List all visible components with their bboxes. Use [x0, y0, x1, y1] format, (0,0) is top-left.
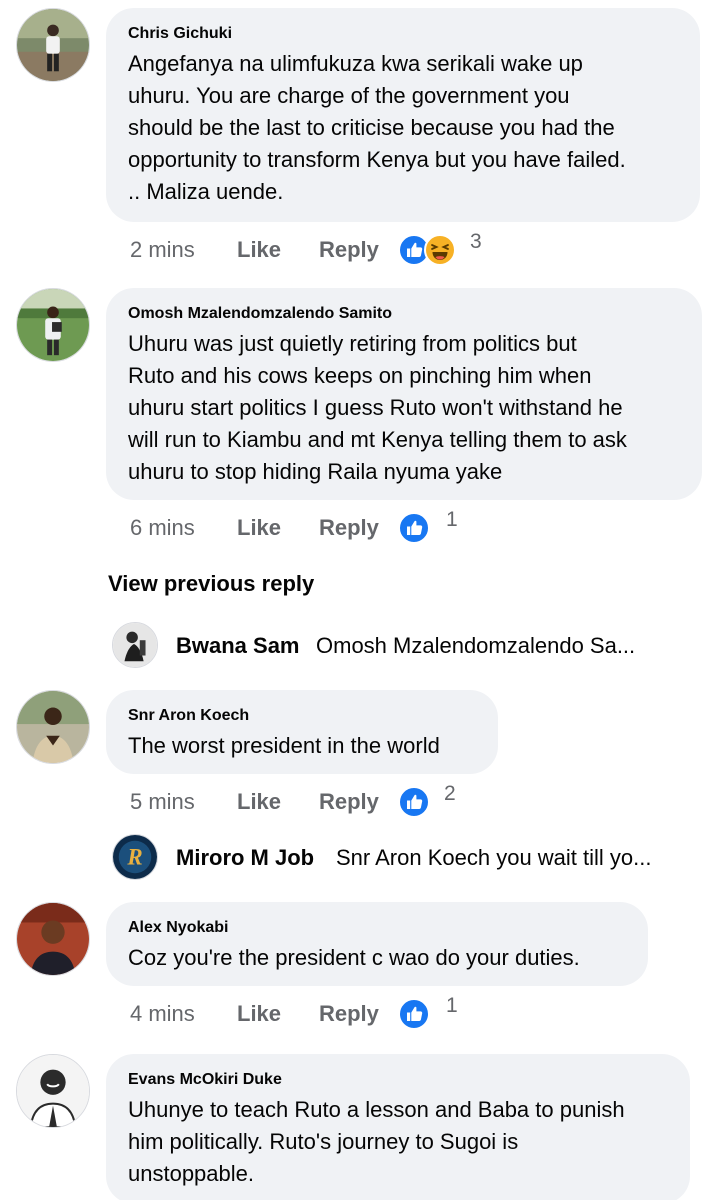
comment-actions: 5 mins Like Reply 2 — [130, 782, 490, 820]
profile-photo-icon: R — [113, 835, 157, 879]
comment-text: Uhunye to teach Ruto a lesson and Baba t… — [128, 1094, 668, 1190]
reply-author[interactable]: Bwana Sam — [176, 630, 300, 662]
like-button[interactable]: Like — [237, 510, 281, 546]
comment-line: Ruto and his cows keeps on pinching him … — [128, 363, 592, 388]
reaction-count[interactable]: 3 — [470, 224, 482, 260]
comment-text: Uhuru was just quietly retiring from pol… — [128, 328, 680, 488]
like-button[interactable]: Like — [237, 996, 281, 1032]
comment-author[interactable]: Chris Gichuki — [128, 24, 678, 44]
profile-photo-icon — [17, 691, 89, 763]
reactions-summary[interactable] — [398, 998, 430, 1030]
comment-text: Angefanya na ulimfukuza kwa serikali wak… — [128, 48, 678, 208]
comment-author[interactable]: Evans McOkiri Duke — [128, 1070, 668, 1090]
reply-button[interactable]: Reply — [319, 996, 379, 1032]
comment-line: unstoppable. — [128, 1161, 254, 1186]
reply-preview[interactable]: R Miroro M Job Snr Aron Koech you wait t… — [112, 834, 692, 882]
comment-line: Coz you're the president c wao do your d… — [128, 945, 580, 970]
reaction-count[interactable]: 1 — [446, 502, 458, 538]
comment-bubble: Evans McOkiri Duke Uhunye to teach Ruto … — [106, 1054, 690, 1200]
profile-photo-icon — [17, 903, 89, 975]
comment-timestamp[interactable]: 2 mins — [130, 232, 195, 268]
reactions-summary[interactable] — [398, 786, 430, 818]
reaction-count[interactable]: 1 — [446, 988, 458, 1024]
comment-line: uhuru to stop hiding Raila nyuma yake — [128, 459, 503, 484]
reply-button[interactable]: Reply — [319, 784, 379, 820]
view-previous-reply-link[interactable]: View previous reply — [108, 568, 314, 600]
reply-button[interactable]: Reply — [319, 232, 379, 268]
comment-line: Uhunye to teach Ruto a lesson and Baba t… — [128, 1097, 625, 1122]
profile-photo-icon — [17, 1055, 89, 1127]
comment-author[interactable]: Alex Nyokabi — [128, 918, 626, 938]
reactions-summary[interactable] — [398, 512, 430, 544]
comment-text: Coz you're the president c wao do your d… — [128, 942, 626, 974]
like-button[interactable]: Like — [237, 784, 281, 820]
comment-line: Angefanya na ulimfukuza kwa serikali wak… — [128, 51, 583, 76]
comment-text: The worst president in the world — [128, 730, 476, 762]
comment-bubble: Chris Gichuki Angefanya na ulimfukuza kw… — [106, 8, 700, 222]
profile-photo-icon — [113, 623, 157, 667]
avatar[interactable] — [16, 288, 90, 362]
comment-actions: 4 mins Like Reply 1 — [130, 994, 490, 1032]
comment-timestamp[interactable]: 6 mins — [130, 510, 195, 546]
comment-line: The worst president in the world — [128, 733, 440, 758]
like-icon — [398, 786, 430, 818]
reply-button[interactable]: Reply — [319, 510, 379, 546]
comment-line: uhuru start politics I guess Ruto won't … — [128, 395, 623, 420]
avatar[interactable]: R — [112, 834, 158, 880]
comment-timestamp[interactable]: 4 mins — [130, 996, 195, 1032]
comment-line: .. Maliza uende. — [128, 179, 284, 204]
avatar[interactable] — [112, 622, 158, 668]
reply-text: Omosh Mzalendomzalendo Sa... — [316, 633, 636, 658]
svg-text:R: R — [126, 845, 142, 870]
reply-preview[interactable]: Bwana Sam Omosh Mzalendomzalendo Sa... — [112, 622, 672, 670]
avatar[interactable] — [16, 902, 90, 976]
comment-actions: 2 mins Like Reply 3 — [130, 230, 490, 268]
comment-author[interactable]: Snr Aron Koech — [128, 706, 476, 726]
comment-actions: 6 mins Like Reply 1 — [130, 508, 490, 546]
like-icon — [398, 512, 430, 544]
comment-line: will run to Kiambu and mt Kenya telling … — [128, 427, 627, 452]
comment-bubble: Snr Aron Koech The worst president in th… — [106, 690, 498, 774]
profile-photo-icon — [17, 9, 89, 81]
haha-icon — [424, 234, 456, 266]
comment-line: uhuru. You are charge of the government … — [128, 83, 570, 108]
comment-line: him politically. Ruto's journey to Sugoi… — [128, 1129, 519, 1154]
profile-photo-icon — [17, 289, 89, 361]
comment-line: Uhuru was just quietly retiring from pol… — [128, 331, 577, 356]
comment-bubble: Alex Nyokabi Coz you're the president c … — [106, 902, 648, 986]
avatar[interactable] — [16, 690, 90, 764]
like-icon — [398, 998, 430, 1030]
reactions-summary[interactable] — [398, 234, 456, 266]
comment-line: opportunity to transform Kenya but you h… — [128, 147, 626, 172]
like-button[interactable]: Like — [237, 232, 281, 268]
comment-bubble: Omosh Mzalendomzalendo Samito Uhuru was … — [106, 288, 702, 500]
comment-timestamp[interactable]: 5 mins — [130, 784, 195, 820]
comment-line: should be the last to criticise because … — [128, 115, 615, 140]
reply-author[interactable]: Miroro M Job — [176, 842, 314, 874]
reply-text: Snr Aron Koech you wait till yo... — [336, 845, 652, 870]
avatar[interactable] — [16, 8, 90, 82]
avatar[interactable] — [16, 1054, 90, 1128]
reaction-count[interactable]: 2 — [444, 776, 456, 812]
comment-author[interactable]: Omosh Mzalendomzalendo Samito — [128, 304, 680, 324]
